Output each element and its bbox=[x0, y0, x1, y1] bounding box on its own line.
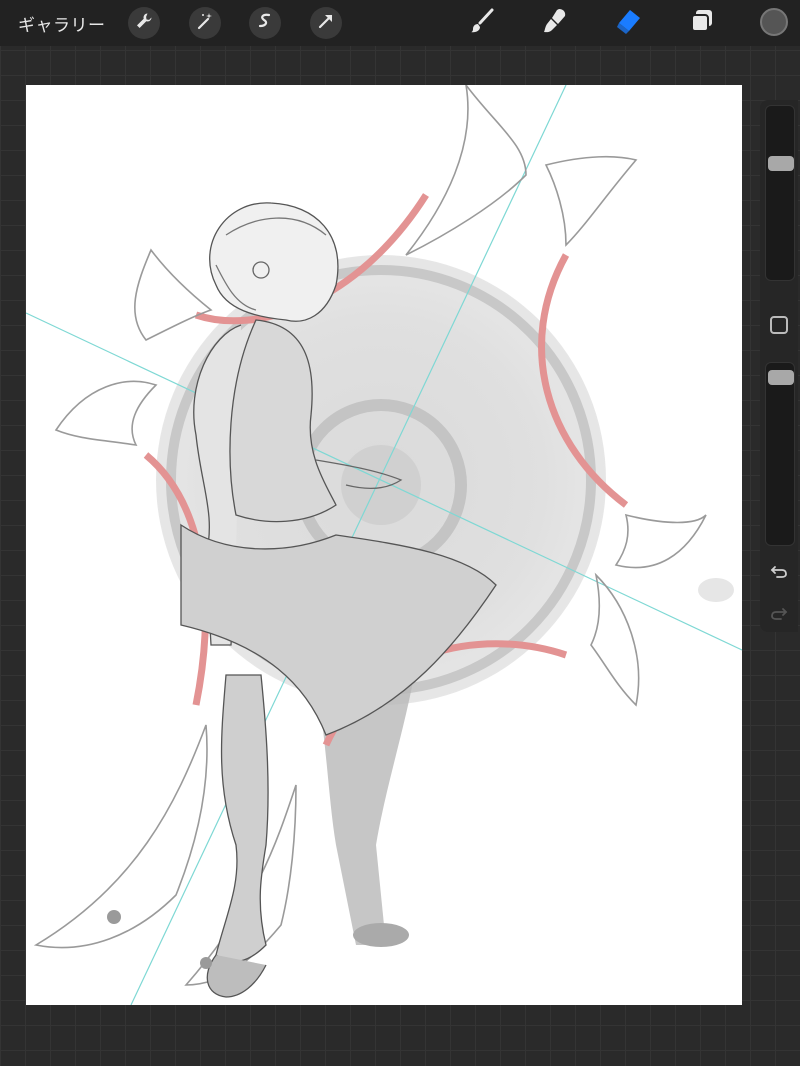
color-picker-button[interactable] bbox=[760, 8, 788, 36]
top-toolbar: ギャラリー bbox=[0, 0, 800, 46]
smudge-button[interactable] bbox=[538, 6, 572, 40]
brush-size-slider[interactable] bbox=[765, 105, 795, 281]
redo-button[interactable] bbox=[767, 602, 791, 626]
adjustments-button[interactable] bbox=[189, 7, 221, 39]
sketch-artwork bbox=[26, 85, 742, 1005]
transform-arrow-icon bbox=[316, 11, 336, 36]
redo-icon bbox=[769, 602, 789, 627]
brush-button[interactable] bbox=[465, 6, 499, 40]
brush-icon bbox=[467, 6, 497, 41]
layers-icon bbox=[687, 6, 717, 41]
layers-button[interactable] bbox=[685, 6, 719, 40]
transform-button[interactable] bbox=[310, 7, 342, 39]
gallery-button[interactable]: ギャラリー bbox=[18, 11, 106, 36]
selection-button[interactable] bbox=[249, 7, 281, 39]
opacity-thumb[interactable] bbox=[768, 370, 794, 385]
modify-button[interactable] bbox=[770, 316, 788, 334]
eraser-icon bbox=[613, 6, 643, 41]
undo-button[interactable] bbox=[767, 560, 791, 584]
undo-icon bbox=[769, 560, 789, 585]
smudge-icon bbox=[540, 6, 570, 41]
drawing-canvas[interactable] bbox=[26, 85, 742, 1005]
wrench-icon bbox=[134, 11, 154, 36]
actions-button[interactable] bbox=[128, 7, 160, 39]
magic-wand-icon bbox=[195, 11, 215, 36]
selection-icon bbox=[255, 11, 275, 36]
opacity-slider[interactable] bbox=[765, 362, 795, 546]
brush-size-thumb[interactable] bbox=[768, 156, 794, 171]
eraser-button[interactable] bbox=[611, 6, 645, 40]
right-sidebar bbox=[760, 100, 798, 632]
